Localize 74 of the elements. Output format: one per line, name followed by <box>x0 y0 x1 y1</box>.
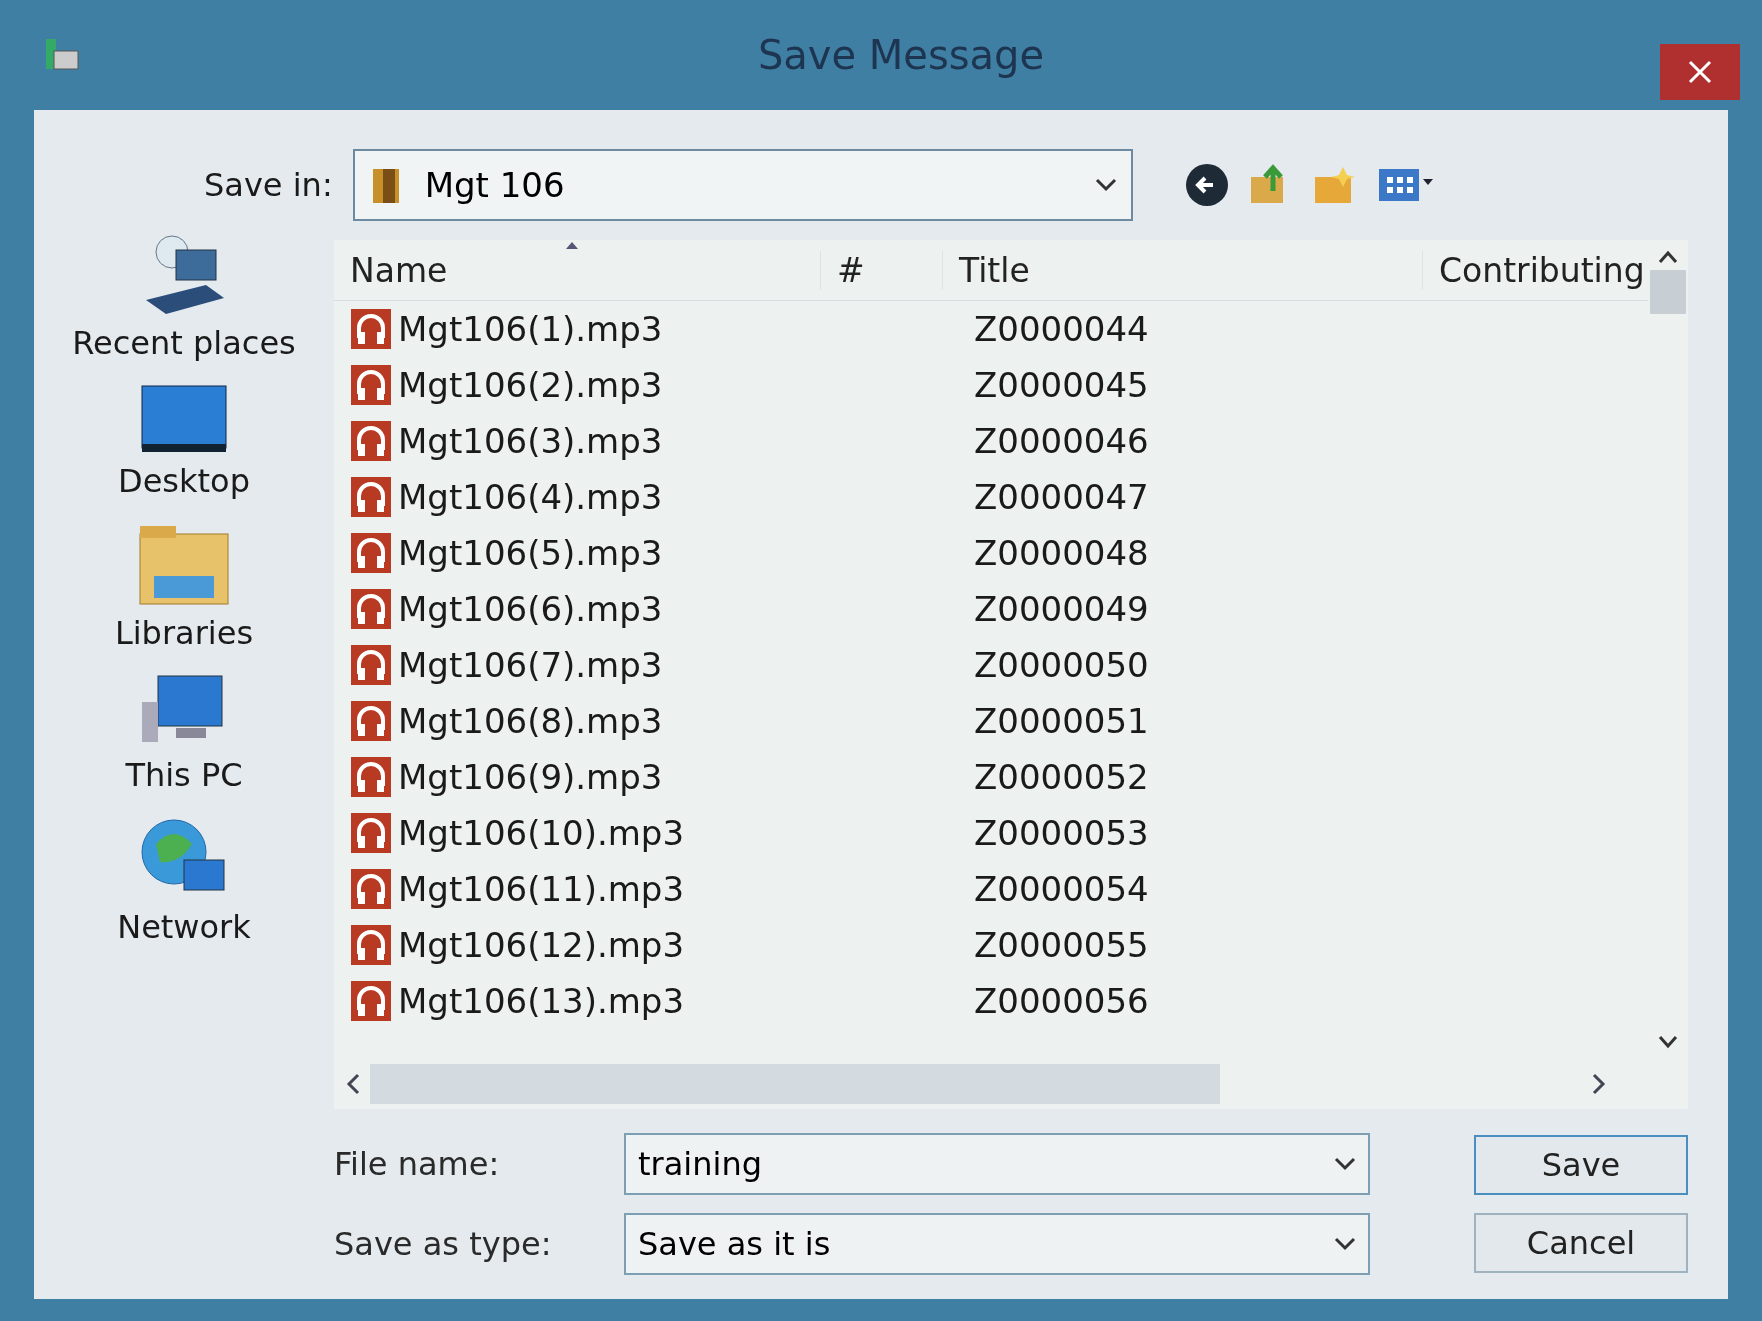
column-header[interactable]: # <box>820 250 942 290</box>
headphones-icon <box>350 868 392 910</box>
title-cell: Z0000056 <box>974 981 1149 1021</box>
file-name[interactable]: Mgt106(2).mp3 <box>398 365 663 405</box>
scroll-up-icon[interactable] <box>1658 250 1678 264</box>
title-cell: Z0000047 <box>974 477 1149 517</box>
title-cell: Z0000044 <box>974 309 1149 349</box>
place-item[interactable]: Recent places <box>72 230 296 362</box>
place-item[interactable]: Network <box>117 814 251 946</box>
scroll-left-icon[interactable] <box>346 1073 360 1095</box>
headphones-icon <box>350 476 392 518</box>
headphones-icon <box>350 700 392 742</box>
headphones-icon <box>350 364 392 406</box>
file-name-label: File name: <box>334 1145 501 1183</box>
place-item[interactable]: This PC <box>125 672 243 794</box>
file-name[interactable]: Mgt106(13).mp3 <box>398 981 685 1021</box>
title-cell: Z0000054 <box>974 869 1149 909</box>
file-name[interactable]: Mgt106(7).mp3 <box>398 645 663 685</box>
file-name[interactable]: Mgt106(5).mp3 <box>398 533 663 573</box>
headphones-icon <box>350 644 392 686</box>
close-button[interactable] <box>1660 44 1740 100</box>
file-name[interactable]: Mgt106(8).mp3 <box>398 701 663 741</box>
chevron-down-icon <box>1094 178 1117 192</box>
headphones-icon <box>350 588 392 630</box>
scrollbar-thumb[interactable] <box>370 1064 1220 1104</box>
file-name[interactable]: Mgt106(11).mp3 <box>398 869 685 909</box>
save-in-label: Save in: <box>204 166 333 204</box>
column-header[interactable]: Name <box>334 250 820 290</box>
title-cell: Z0000049 <box>974 589 1149 629</box>
scroll-down-icon[interactable] <box>1658 1035 1678 1049</box>
title-cell: Z0000051 <box>974 701 1149 741</box>
file-name-field[interactable]: training <box>624 1133 1370 1195</box>
file-name[interactable]: Mgt106(1).mp3 <box>398 309 663 349</box>
column-header[interactable]: Title <box>942 250 1422 290</box>
chevron-down-icon <box>1334 1237 1356 1251</box>
scroll-right-icon[interactable] <box>1592 1073 1606 1095</box>
place-label: Libraries <box>114 614 254 652</box>
place-label: Desktop <box>118 462 250 500</box>
scrollbar-thumb[interactable] <box>1650 270 1686 314</box>
file-name[interactable]: Mgt106(3).mp3 <box>398 421 663 461</box>
headphones-icon <box>350 532 392 574</box>
title-cell: Z0000052 <box>974 757 1149 797</box>
place-item[interactable]: Libraries <box>114 520 254 652</box>
file-name[interactable]: Mgt106(6).mp3 <box>398 589 663 629</box>
save-as-type-label: Save as type: <box>334 1225 553 1263</box>
headphones-icon <box>350 924 392 966</box>
place-label: Network <box>117 908 251 946</box>
save-as-type-dropdown[interactable]: Save as it is <box>624 1213 1370 1275</box>
headphones-icon <box>350 308 392 350</box>
title-cell: Z0000046 <box>974 421 1149 461</box>
headphones-icon <box>350 812 392 854</box>
headphones-icon <box>350 980 392 1022</box>
title-cell: Z0000055 <box>974 925 1149 965</box>
place-label: This PC <box>125 756 243 794</box>
file-name[interactable]: Mgt106(4).mp3 <box>398 477 663 517</box>
column-header[interactable]: Contributing <box>1422 250 1648 290</box>
file-name[interactable]: Mgt106(12).mp3 <box>398 925 685 965</box>
file-name[interactable]: Mgt106(9).mp3 <box>398 757 663 797</box>
window-title: Save Message <box>756 32 1046 78</box>
title-cell: Z0000048 <box>974 533 1149 573</box>
file-name[interactable]: Mgt106(10).mp3 <box>398 813 685 853</box>
title-cell: Z0000053 <box>974 813 1149 853</box>
place-item[interactable]: Desktop <box>118 382 250 500</box>
save-in-dropdown[interactable]: Mgt 106 <box>352 149 1133 221</box>
cancel-button[interactable]: Cancel <box>1474 1213 1688 1273</box>
place-label: Recent places <box>72 324 296 362</box>
title-cell: Z0000050 <box>974 645 1149 685</box>
title-cell: Z0000045 <box>974 365 1149 405</box>
headphones-icon <box>350 756 392 798</box>
chevron-down-icon <box>1334 1157 1356 1171</box>
close-icon <box>1687 59 1713 85</box>
save-button[interactable]: Save <box>1474 1135 1688 1195</box>
sort-arrow-icon <box>564 240 580 250</box>
headphones-icon <box>350 420 392 462</box>
